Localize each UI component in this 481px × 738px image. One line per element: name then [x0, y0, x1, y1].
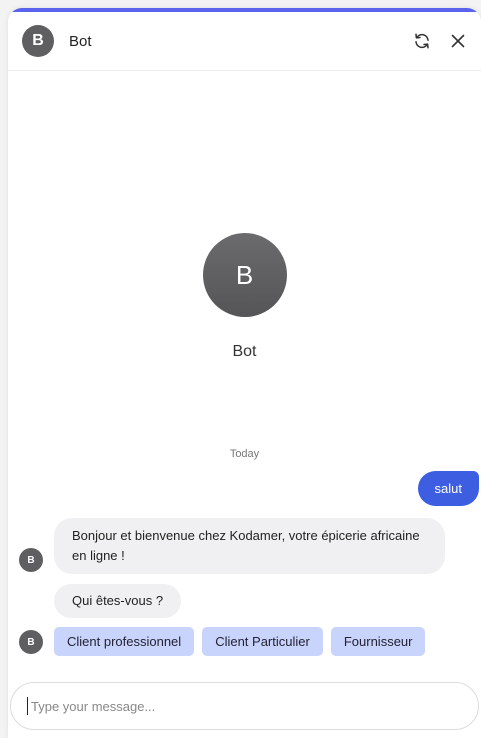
- close-icon[interactable]: [447, 30, 469, 52]
- date-separator: Today: [229, 448, 260, 460]
- bot-intro: B Bot: [8, 233, 481, 361]
- refresh-icon[interactable]: [411, 30, 433, 52]
- quick-reply-individual[interactable]: Client Particulier: [202, 627, 323, 656]
- chat-header: B Bot: [8, 12, 481, 71]
- bot-message-avatar: B: [19, 548, 43, 572]
- user-message: salut: [417, 471, 479, 506]
- bot-avatar-large: B: [202, 233, 287, 317]
- bot-avatar: B: [22, 25, 54, 57]
- message-composer: [10, 682, 479, 730]
- header-title: Bot: [69, 32, 92, 50]
- bot-message-avatar: B: [19, 630, 43, 654]
- header-actions: [411, 30, 469, 52]
- quick-replies: Client professionnel Client Particulier …: [54, 627, 426, 656]
- quick-reply-professional[interactable]: Client professionnel: [54, 627, 195, 656]
- bot-name: Bot: [232, 343, 257, 360]
- quick-reply-supplier[interactable]: Fournisseur: [330, 627, 426, 656]
- chat-widget: B Bot B Bot Today salut Bonjour et bienv…: [8, 8, 481, 738]
- bot-message: Qui êtes-vous ?: [54, 584, 182, 618]
- text-caret: [27, 697, 28, 715]
- message-input[interactable]: [29, 697, 413, 715]
- bot-message: Bonjour et bienvenue chez Kodamer, votre…: [54, 518, 445, 574]
